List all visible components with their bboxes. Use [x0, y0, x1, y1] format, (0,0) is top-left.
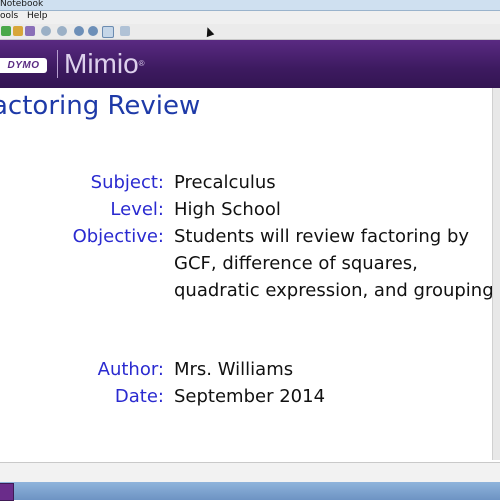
notebook-app-icon[interactable]: [0, 483, 14, 501]
trademark-mark: ®: [138, 59, 145, 68]
window-titlebar: Notebook: [0, 0, 500, 11]
menu-help[interactable]: Help: [27, 11, 48, 21]
lesson-title: actoring Review: [0, 91, 201, 121]
open-icon[interactable]: [13, 26, 23, 36]
level-value: High School: [174, 199, 281, 220]
vertical-scrollbar[interactable]: [492, 88, 500, 460]
author-value: Mrs. Williams: [174, 359, 294, 380]
undo-icon[interactable]: [41, 26, 51, 36]
author-label: Author:: [97, 359, 164, 380]
subject-label: Subject:: [90, 172, 164, 193]
toolbar: [0, 24, 500, 40]
date-value: September 2014: [174, 386, 326, 407]
status-bar: [0, 462, 500, 483]
mimio-logo-text: Mimio: [64, 48, 139, 79]
menu-bar: ools Help: [0, 11, 500, 24]
level-label: Level:: [110, 199, 164, 220]
objective-line-2: GCF, difference of squares,: [174, 253, 418, 274]
taskbar: [0, 482, 500, 501]
redo-icon[interactable]: [57, 26, 67, 36]
page-icon[interactable]: [120, 26, 130, 36]
new-icon[interactable]: [1, 26, 11, 36]
objective-line-1: Students will review factoring by: [174, 226, 470, 247]
date-label: Date:: [114, 386, 164, 407]
zoom-fit-icon[interactable]: [102, 26, 114, 38]
save-icon[interactable]: [25, 26, 35, 36]
zoom-in-icon[interactable]: [74, 26, 84, 36]
dymo-logo: DYMO: [0, 58, 47, 73]
objective-line-3: quadratic expression, and grouping.: [174, 280, 500, 301]
zoom-out-icon[interactable]: [88, 26, 98, 36]
window-title: Notebook: [0, 0, 44, 9]
objective-label: Objective:: [72, 226, 164, 247]
subject-value: Precalculus: [174, 172, 276, 193]
banner-divider: [57, 50, 58, 78]
mimio-logo: Mimio®: [64, 49, 145, 79]
menu-tools[interactable]: ools: [0, 11, 18, 21]
mimio-banner: DYMO Mimio®: [0, 40, 500, 88]
